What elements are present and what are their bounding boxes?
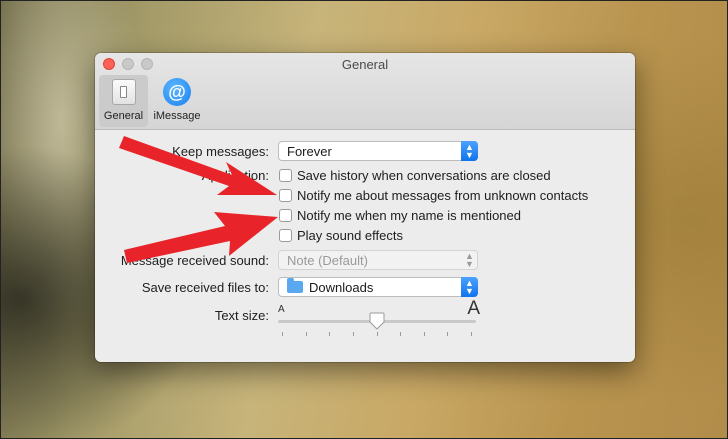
notify-unknown-option[interactable]: Notify me about messages from unknown co… (279, 186, 588, 204)
save-files-value: Downloads (309, 279, 374, 295)
general-switch-icon (109, 77, 139, 107)
notify-unknown-checkbox[interactable] (279, 188, 292, 202)
save-history-option[interactable]: Save history when conversations are clos… (279, 166, 551, 184)
tab-general-label: General (103, 110, 144, 122)
application-label: Application: (201, 168, 269, 183)
message-sound-value: Note (Default) (287, 252, 368, 268)
folder-icon (287, 278, 303, 293)
slider-tick (423, 332, 425, 336)
chevron-updown-icon: ▲ ▼ (461, 141, 478, 161)
window-title: General (341, 57, 389, 72)
titlebar: General General @ iMessage (95, 53, 635, 130)
message-sound-popup: Note (Default) ▲ ▼ (278, 250, 478, 270)
notify-unknown-label: Notify me about messages from unknown co… (297, 187, 589, 203)
keep-messages-value: Forever (287, 143, 332, 159)
large-text-glyph: A (467, 298, 480, 319)
chevron-updown-icon: ▲ ▼ (465, 251, 474, 269)
imessage-at-icon: @ (162, 77, 192, 107)
notify-mention-checkbox[interactable] (279, 208, 292, 222)
slider-tick (329, 332, 331, 336)
slider-tick (282, 332, 283, 336)
notify-mention-label: Notify me when my name is mentioned (297, 207, 521, 223)
play-sound-option[interactable]: Play sound effects (279, 226, 403, 244)
save-history-checkbox[interactable] (279, 168, 292, 182)
message-sound-label: Message received sound: (120, 253, 269, 268)
slider-tick (471, 332, 472, 336)
chevron-updown-icon: ▲ ▼ (461, 277, 478, 297)
save-history-label: Save history when conversations are clos… (297, 167, 551, 183)
slider-tick (400, 332, 402, 336)
tab-imessage[interactable]: @ iMessage (149, 75, 205, 127)
play-sound-label: Play sound effects (297, 227, 403, 243)
keep-messages-label: Keep messages: (172, 144, 269, 159)
slider-tick (376, 332, 378, 336)
play-sound-checkbox[interactable] (279, 228, 292, 242)
slider-knob-shape (369, 312, 385, 330)
save-files-label: Save received files to: (141, 280, 269, 295)
slider-tick (447, 332, 449, 336)
general-pane: Keep messages: Forever ▲ ▼ Application: S… (95, 130, 635, 362)
preferences-window: General General @ iMessage Keep messages… (95, 53, 635, 362)
notify-mention-option[interactable]: Notify me when my name is mentioned (279, 206, 521, 224)
text-size-label: Text size: (214, 308, 269, 323)
save-files-popup[interactable]: Downloads ▲ ▼ (278, 277, 478, 297)
small-text-glyph: A (278, 304, 285, 315)
slider-tick (352, 332, 354, 336)
tab-imessage-label: iMessage (153, 110, 201, 122)
tab-general[interactable]: General (99, 75, 148, 127)
keep-messages-popup[interactable]: Forever ▲ ▼ (278, 141, 478, 161)
slider-ticks (282, 332, 472, 336)
slider-tick (305, 332, 307, 336)
